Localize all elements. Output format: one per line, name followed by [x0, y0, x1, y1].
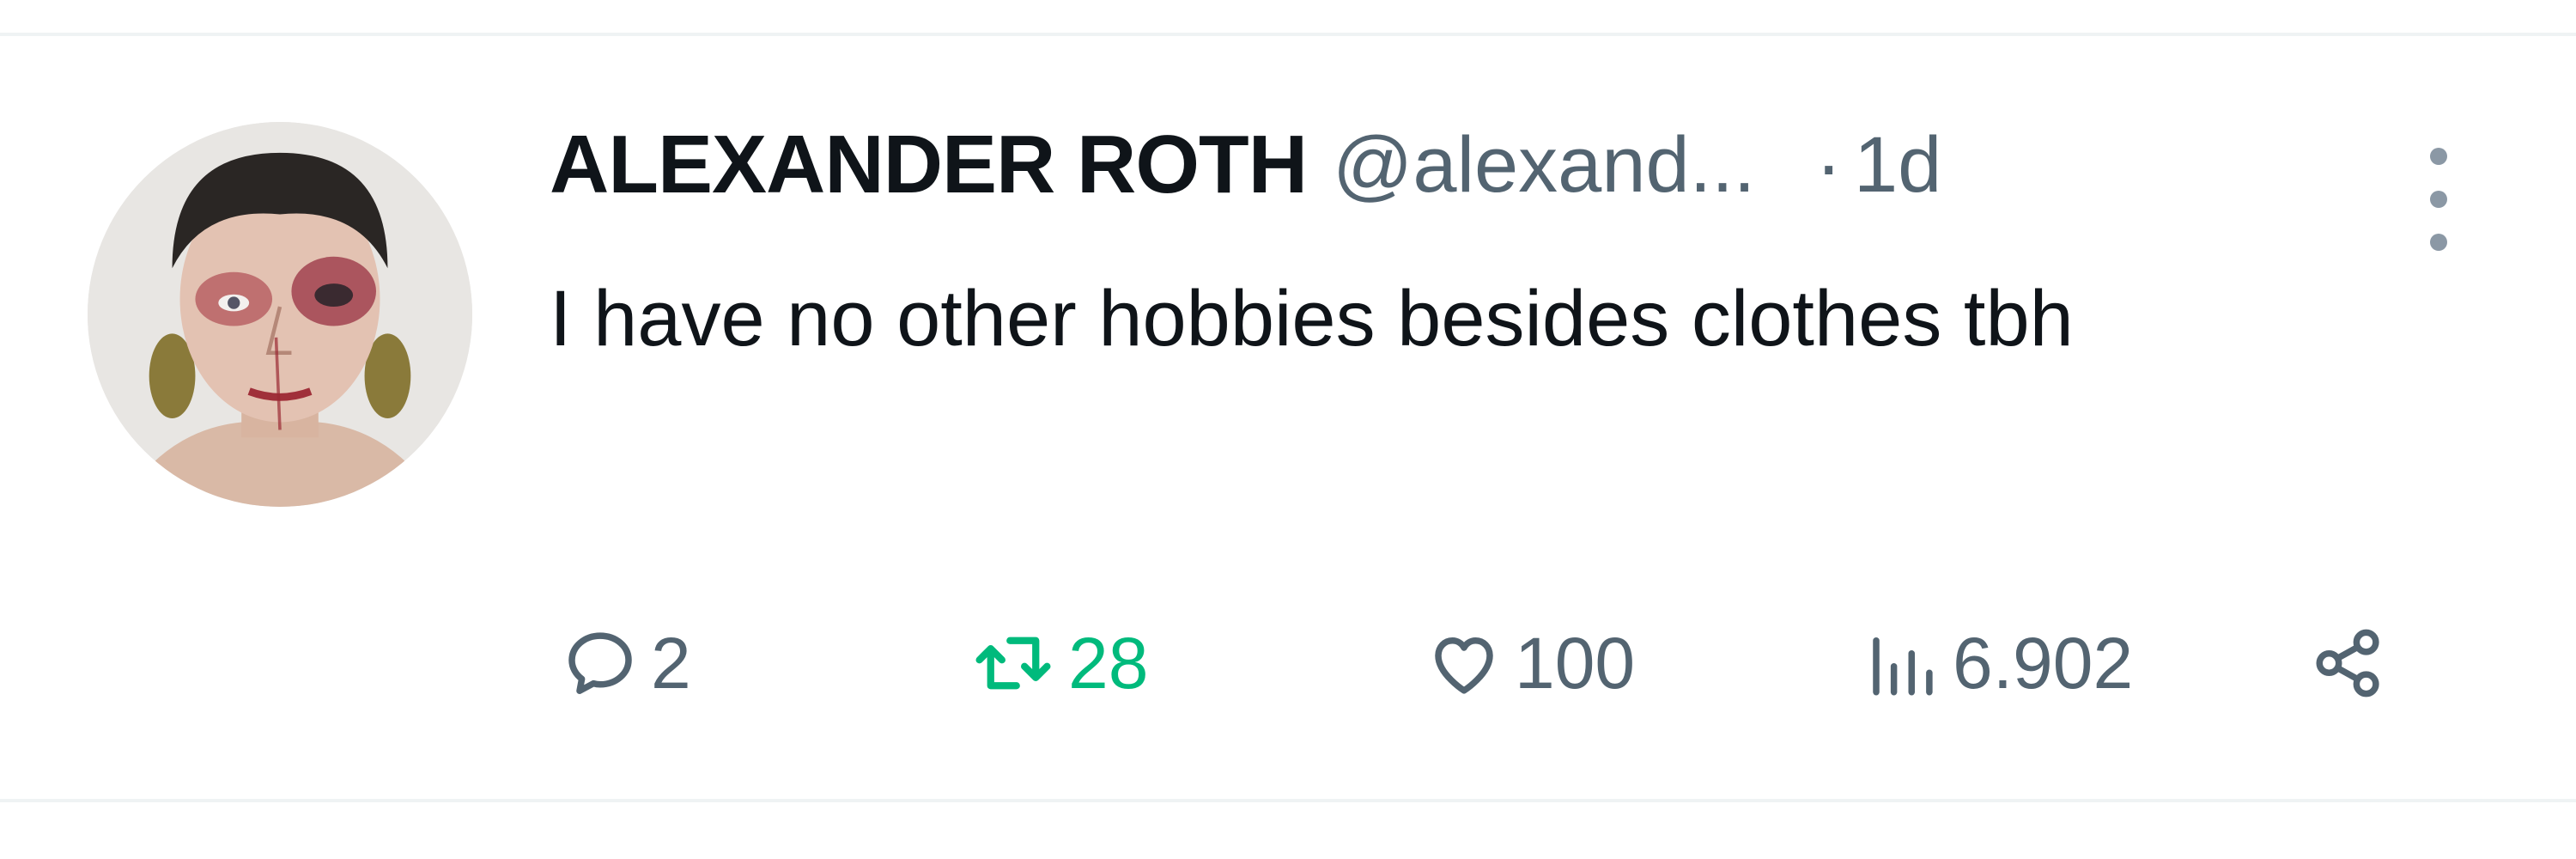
like-count: 100	[1515, 622, 1636, 704]
views-icon	[1873, 637, 1933, 696]
more-icon[interactable]	[2413, 148, 2464, 251]
action-bar: 2 28 100 6.902	[550, 603, 2439, 723]
user-handle[interactable]: @alexand...	[1333, 120, 1755, 210]
reply-button[interactable]: 2	[562, 603, 691, 723]
views-button[interactable]: 6.902	[1863, 603, 2133, 723]
more-dot	[2430, 234, 2447, 251]
share-icon	[2316, 629, 2379, 698]
like-button[interactable]: 100	[1425, 603, 1635, 723]
reply-icon	[568, 632, 632, 694]
avatar-image	[88, 122, 472, 507]
heart-icon	[1435, 637, 1493, 694]
view-count: 6.902	[1953, 622, 2134, 704]
tweet-text: I have no other hobbies besides clothes …	[550, 275, 2074, 362]
share-button[interactable]	[2310, 603, 2387, 723]
retweet-icon	[975, 637, 1051, 690]
retweet-button[interactable]: 28	[970, 603, 1148, 723]
retweet-count: 28	[1068, 622, 1149, 704]
more-dot	[2430, 148, 2447, 165]
more-dot	[2430, 191, 2447, 208]
avatar[interactable]	[88, 122, 472, 507]
tweet-header: ALEXANDER ROTH @alexand... · 1d	[550, 113, 1941, 216]
tweet[interactable]: ALEXANDER ROTH @alexand... · 1d I have n…	[0, 36, 2576, 799]
bottom-divider	[0, 799, 2576, 802]
timestamp[interactable]: 1d	[1854, 120, 1941, 210]
display-name[interactable]: ALEXANDER ROTH	[550, 118, 1308, 212]
reply-count: 2	[651, 622, 691, 704]
separator-dot: ·	[1815, 120, 1842, 209]
